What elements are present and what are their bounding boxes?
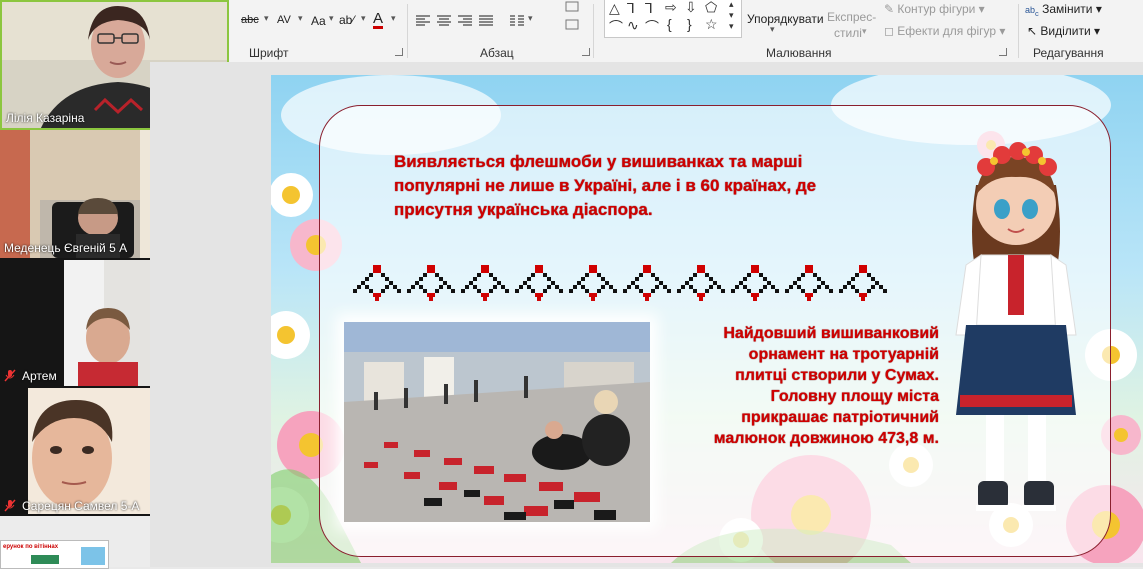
text-line: Головну площу міста <box>770 388 939 405</box>
ornament-motif <box>623 265 671 301</box>
shape-outline-button[interactable]: ✎ Контур фігури ▾ <box>884 2 985 16</box>
align-left-icon[interactable] <box>416 15 430 27</box>
brace-left-shape-icon[interactable]: { <box>667 16 672 32</box>
ornament-motif <box>839 265 887 301</box>
text-line: орнамент на тротуарній <box>748 346 939 363</box>
elbow-arrow-shape-icon[interactable]: ⅂ <box>645 0 653 17</box>
slide-canvas[interactable]: Виявляється флешмоби у вишиванках та мар… <box>271 75 1143 563</box>
triangle-shape-icon[interactable]: △ <box>609 0 620 17</box>
align-center-icon[interactable] <box>437 15 451 27</box>
brace-right-shape-icon[interactable]: } <box>687 16 692 32</box>
down-arrow-shape-icon[interactable]: ⇩ <box>685 0 697 16</box>
character-spacing-button[interactable]: AV <box>277 14 291 26</box>
chevron-down-icon[interactable]: ▾ <box>862 26 867 37</box>
drawing-dialog-launcher-icon[interactable] <box>999 48 1007 56</box>
curve-shape-icon[interactable]: ⌒ <box>609 17 623 37</box>
font-color-button[interactable]: A <box>373 11 384 29</box>
select-label: Виділити <box>1040 24 1091 38</box>
slide-thumbnail-pane[interactable]: ерунок по вітіннах <box>0 516 151 569</box>
callout-shape-icon[interactable]: ⬠ <box>705 0 717 16</box>
strikethrough-button[interactable]: abc <box>241 14 259 26</box>
ornament-motif <box>677 265 725 301</box>
participant-name: Сарецян Самвел 5-А <box>22 499 140 513</box>
shape-effects-label: Ефекти для фігур <box>897 24 997 38</box>
editing-group: abc Замінити ▾ ↖ Виділити ▾ Редагування <box>1019 0 1143 62</box>
select-button[interactable]: ↖ Виділити ▾ <box>1027 24 1100 38</box>
muted-mic-icon <box>4 499 16 512</box>
shape-outline-label: Контур фігури <box>897 2 976 16</box>
justify-icon[interactable] <box>479 15 493 27</box>
font-group: abc ▾ AV ▾ Aa ▾ ab⁄ ▾ A ▾ Шрифт <box>229 0 407 62</box>
quick-styles-button[interactable]: Експрес- <box>827 10 876 24</box>
font-dialog-launcher-icon[interactable] <box>395 48 403 56</box>
girl-in-vyshyvanka-illustration <box>955 142 1077 511</box>
text-line: прикрашає патріотичний <box>741 409 939 426</box>
replace-label: Замінити <box>1042 2 1093 16</box>
arrange-button[interactable]: Упорядкувати <box>747 12 824 26</box>
chevron-down-icon[interactable]: ▾ <box>391 13 396 24</box>
ornament-motif <box>731 265 779 301</box>
text-line: малюнок довжиною 473,8 м. <box>713 430 939 447</box>
connector-shape-icon[interactable]: ⅂ <box>627 0 635 17</box>
street-ornament-photo <box>344 322 650 522</box>
font-group-label: Шрифт <box>249 46 289 60</box>
ornament-motif <box>785 265 833 301</box>
star-shape-icon[interactable]: ☆ <box>705 16 718 33</box>
paragraph-group: ▾ Абзац <box>408 0 593 62</box>
right-arrow-shape-icon[interactable]: ⇨ <box>665 0 677 16</box>
ornament-motif <box>569 265 617 301</box>
editing-group-label: Редагування <box>1033 46 1104 60</box>
shape-effects-button[interactable]: ◻ Ефекти для фігур ▾ <box>884 24 1005 38</box>
text-line: Найдовший вишиванковий <box>723 325 939 342</box>
quick-styles-button-line2[interactable]: стилі <box>834 26 862 40</box>
wave-shape-icon[interactable]: ∿ <box>627 17 639 34</box>
chevron-down-icon[interactable]: ▾ <box>329 13 334 24</box>
muted-mic-icon <box>4 369 16 382</box>
chevron-down-icon[interactable]: ▾ <box>528 13 533 24</box>
chevron-down-icon[interactable]: ▾ <box>361 13 366 24</box>
text-line: плитці створили у Сумах. <box>735 367 939 384</box>
participant-name: Меденець Євгеній 5 А <box>4 241 128 255</box>
slide-thumbnail-caption: ерунок по вітіннах <box>3 544 59 550</box>
ornament-motif <box>353 265 401 301</box>
chevron-down-icon[interactable]: ▾ <box>770 24 775 35</box>
ornament-motif <box>407 265 455 301</box>
columns-icon[interactable] <box>510 15 524 27</box>
change-case-button[interactable]: Aa <box>311 14 326 28</box>
ornament-motif <box>515 265 563 301</box>
gallery-scroll-icon[interactable]: ▴ ▾ ▾ <box>729 0 734 32</box>
arc-shape-icon[interactable]: ⌒ <box>645 17 659 37</box>
embroidery-ornament <box>353 265 887 301</box>
slide-editing-area: Виявляється флешмоби у вишиванках та мар… <box>150 62 1143 567</box>
smartart-icon[interactable] <box>564 0 580 36</box>
paragraph-group-label: Абзац <box>480 46 514 60</box>
slide-text-flashmob[interactable]: Виявляється флешмоби у вишиванках та мар… <box>394 150 854 222</box>
participant-name: Лілія Казаріна <box>6 111 85 125</box>
paragraph-dialog-launcher-icon[interactable] <box>582 48 590 56</box>
drawing-group-label: Малювання <box>766 46 832 60</box>
chevron-down-icon[interactable]: ▾ <box>298 13 303 24</box>
align-right-icon[interactable] <box>458 15 472 27</box>
slide-text-sumy[interactable]: Найдовший вишиванковий орнамент на троту… <box>669 323 939 449</box>
replace-button[interactable]: abc Замінити ▾ <box>1025 2 1102 18</box>
slide-thumbnail[interactable]: ерунок по вітіннах <box>0 540 109 569</box>
cursor-icon: ↖ <box>1027 24 1038 38</box>
chevron-down-icon[interactable]: ▾ <box>264 13 269 24</box>
ornament-motif <box>461 265 509 301</box>
participant-name: Артем <box>22 369 57 383</box>
shapes-gallery[interactable]: △ ⅂ ⅂ ⇨ ⇩ ⬠ ⌒ ∿ ⌒ { } ☆ ▴ ▾ ▾ <box>604 0 742 38</box>
highlight-button[interactable]: ab⁄ <box>339 13 354 27</box>
